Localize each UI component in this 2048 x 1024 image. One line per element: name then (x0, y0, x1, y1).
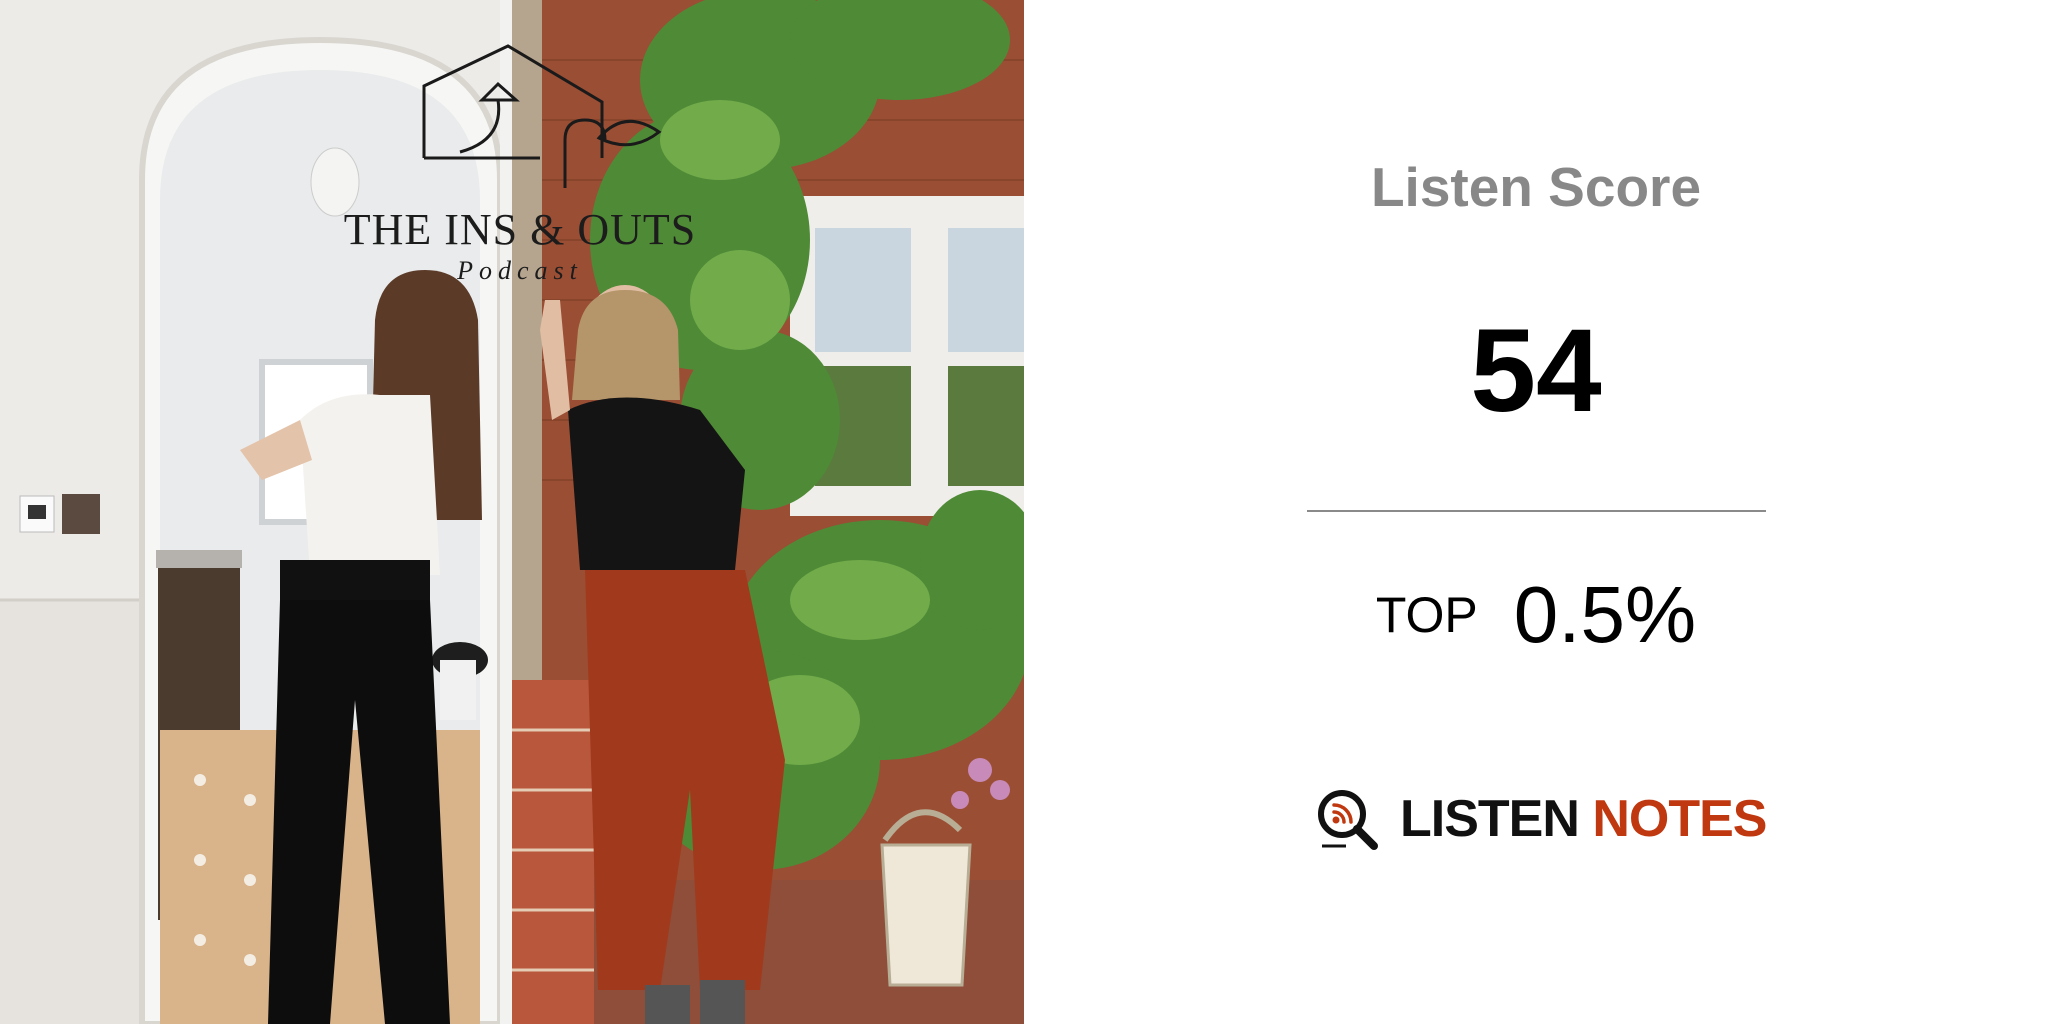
score-panel: Listen Score 54 TOP 0.5% LISTEN NOTES (1024, 0, 2048, 1024)
podcast-logo-subtitle: Podcast (457, 256, 583, 285)
podcast-logo-title: THE INS & OUTS (343, 205, 697, 254)
brand-wordmark: LISTEN NOTES (1400, 790, 1768, 848)
brand-word-listen: LISTEN (1400, 790, 1580, 848)
brand-word-notes: NOTES (1592, 790, 1767, 848)
magnifier-podcast-icon (1318, 790, 1378, 850)
podcast-cover-art: THE INS & OUTS Podcast (0, 0, 1024, 1024)
score-label: Listen Score (1370, 156, 1702, 218)
divider (1307, 510, 1766, 512)
rank-row: TOP 0.5% (1024, 575, 2048, 655)
listen-notes-logo: LISTEN NOTES (1316, 786, 1768, 852)
score-value: 54 (1470, 305, 1602, 437)
listen-score-card: THE INS & OUTS Podcast Listen Score 54 T… (0, 0, 2048, 1024)
rank-percent: 0.5% (1513, 570, 1697, 659)
sprout-icon (563, 118, 662, 188)
rank-prefix: TOP (1375, 587, 1478, 643)
